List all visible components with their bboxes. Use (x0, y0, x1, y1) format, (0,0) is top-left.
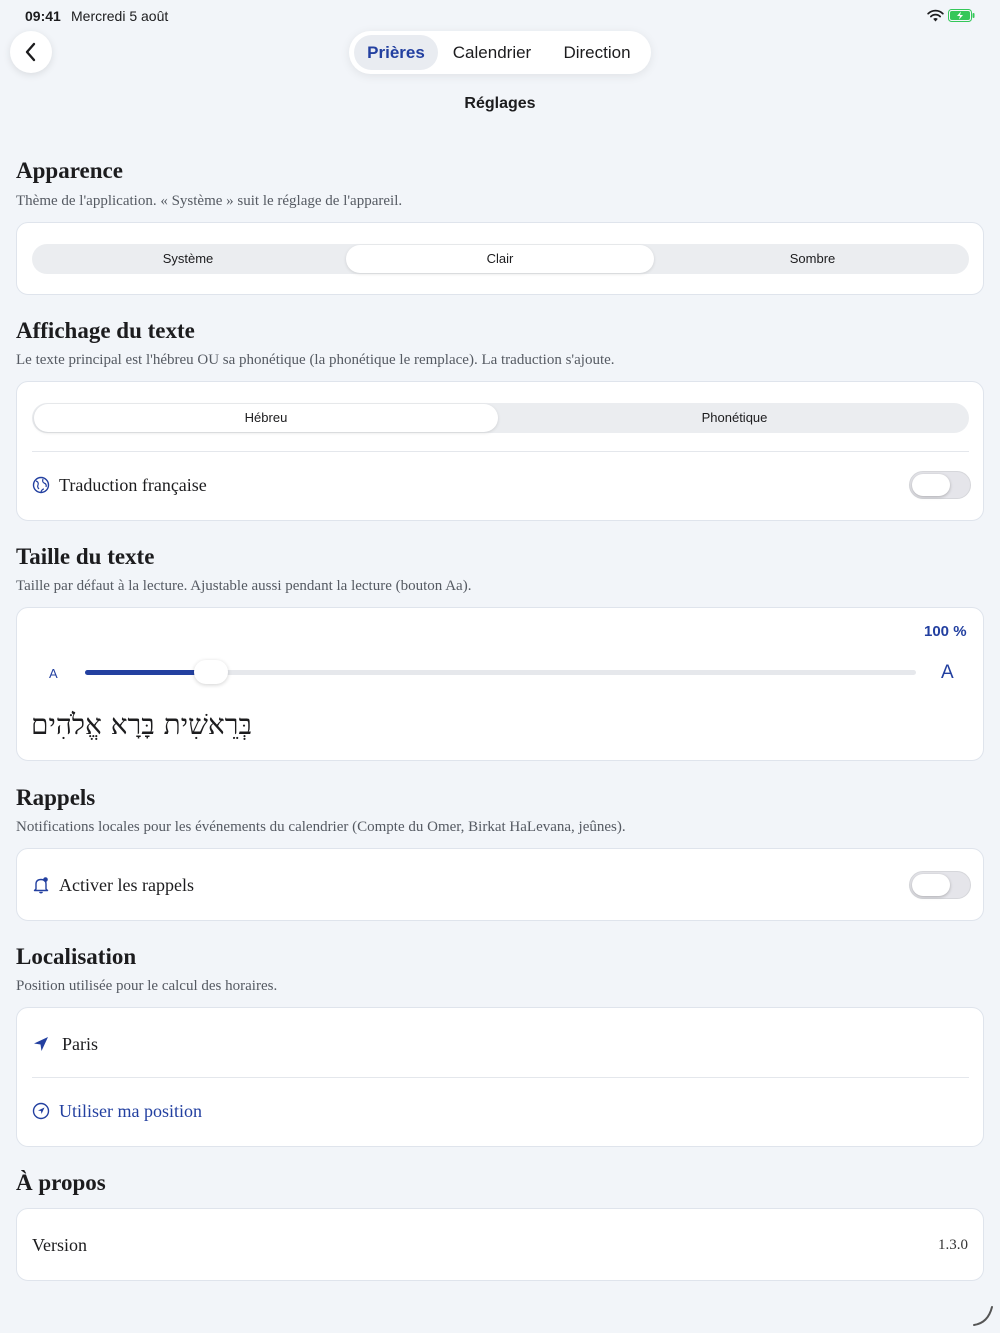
reminders-description: Notifications locales pour les événement… (16, 819, 626, 835)
reminders-card: Activer les rappels (16, 848, 984, 921)
text-display-card: Hébreu Phonétique Traduction française (16, 381, 984, 521)
status-date: Mercredi 5 août (71, 8, 169, 24)
script-option-hebreu[interactable]: Hébreu (34, 404, 498, 432)
version-value: 1.3.0 (938, 1237, 968, 1253)
tab-direction[interactable]: Direction (549, 35, 645, 70)
appearance-card: Système Clair Sombre (16, 222, 984, 295)
text-display-description: Le texte principal est l'hébreu OU sa ph… (16, 352, 615, 368)
script-option-phonetique[interactable]: Phonétique (502, 404, 967, 432)
divider (32, 1077, 969, 1078)
wifi-icon (927, 9, 944, 22)
page-title: Réglages (464, 95, 536, 112)
chevron-left-icon (25, 42, 36, 62)
text-size-slider[interactable] (85, 660, 916, 684)
location-title: Localisation (16, 944, 137, 969)
use-position-button[interactable]: Utiliser ma position (59, 1101, 202, 1122)
about-card: Version 1.3.0 (16, 1208, 984, 1281)
reminders-title: Rappels (16, 785, 96, 810)
tab-calendrier[interactable]: Calendrier (443, 35, 541, 70)
reminders-toggle[interactable] (909, 871, 971, 899)
translation-label: Traduction française (59, 475, 207, 495)
text-size-title: Taille du texte (16, 544, 155, 569)
toggle-knob (912, 474, 950, 496)
slider-thumb[interactable] (193, 660, 228, 684)
toggle-knob (912, 874, 950, 896)
size-percent: 100 % (924, 623, 967, 640)
theme-option-systeme[interactable]: Système (34, 245, 342, 273)
about-title: À propos (16, 1170, 106, 1195)
bell-icon (33, 877, 49, 894)
text-size-description: Taille par défaut à la lecture. Ajustabl… (16, 578, 472, 594)
translation-toggle[interactable] (909, 471, 971, 499)
reminders-label: Activer les rappels (59, 875, 194, 895)
text-size-card: 100 % A A בְּרֵאשִׁית בָּרָא אֱלֹהִים (16, 607, 984, 761)
location-card: Paris Utiliser ma position (16, 1007, 984, 1147)
location-city: Paris (62, 1034, 98, 1054)
theme-option-clair[interactable]: Clair (346, 245, 654, 273)
appearance-description: Thème de l'application. « Système » suit… (16, 193, 403, 209)
status-bar: 09:41 Mercredi 5 août (0, 0, 1000, 32)
back-button[interactable] (10, 31, 52, 73)
tab-prieres[interactable]: Prières (354, 35, 438, 70)
theme-segmented-control: Système Clair Sombre (32, 244, 969, 274)
slider-fill (85, 670, 210, 675)
globe-icon (32, 476, 50, 494)
theme-option-sombre[interactable]: Sombre (658, 245, 967, 273)
large-a-label: A (941, 662, 954, 683)
location-description: Position utilisée pour le calcul des hor… (16, 978, 278, 994)
appearance-title: Apparence (16, 158, 123, 183)
text-display-title: Affichage du texte (16, 318, 195, 343)
version-label: Version (32, 1235, 87, 1255)
small-a-label: A (49, 666, 58, 681)
resize-handle-icon (973, 1306, 993, 1326)
hebrew-preview: בְּרֵאשִׁית בָּרָא אֱלֹהִים (31, 708, 252, 741)
compass-icon (32, 1102, 50, 1120)
location-arrow-icon (34, 1037, 48, 1051)
status-time: 09:41 (25, 8, 61, 24)
battery-charging-icon (948, 9, 975, 22)
divider (32, 451, 969, 452)
script-segmented-control: Hébreu Phonétique (32, 403, 969, 433)
nav-tabs: Prières Calendrier Direction (349, 31, 651, 74)
